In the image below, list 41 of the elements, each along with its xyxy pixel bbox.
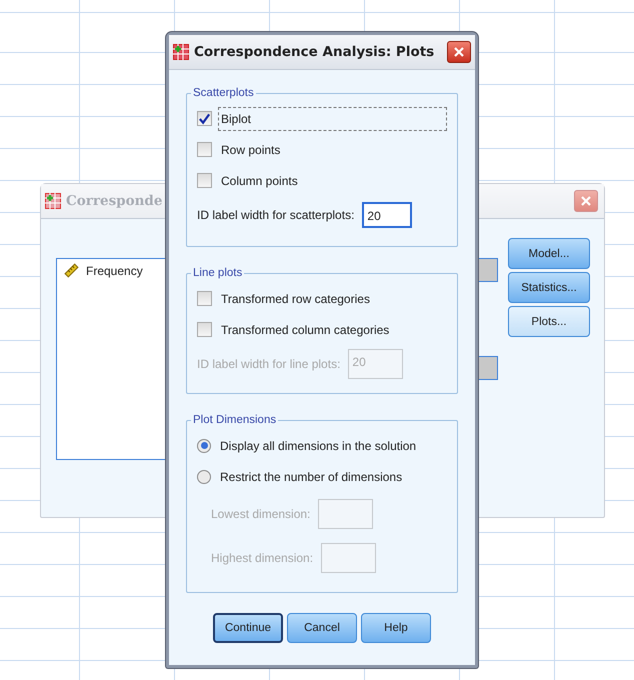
group-label: Line plots bbox=[192, 267, 244, 279]
window-title: Correspondence Analysis: Plots bbox=[194, 44, 436, 60]
field-label: Highest dimension: bbox=[211, 551, 314, 565]
dialog-button[interactable]: Cancel bbox=[287, 613, 357, 643]
checkbox[interactable] bbox=[197, 173, 212, 188]
field-label: ID label width for line plots: bbox=[197, 357, 340, 371]
checkbox[interactable] bbox=[197, 142, 212, 157]
field-label: ID label width for scatterplots: bbox=[197, 208, 354, 222]
dialog-button[interactable]: Help bbox=[361, 613, 431, 643]
input-field[interactable] bbox=[318, 499, 374, 529]
close-icon bbox=[453, 46, 465, 58]
radio-label[interactable]: Display all dimensions in the solution bbox=[217, 434, 420, 458]
move-button[interactable] bbox=[478, 258, 498, 282]
checkbox[interactable] bbox=[197, 111, 212, 126]
field-label: Lowest dimension: bbox=[211, 507, 310, 521]
radio-button[interactable] bbox=[197, 438, 211, 452]
window-title: Corresponde bbox=[66, 193, 164, 209]
checkbox-label[interactable]: Transformed column categories bbox=[218, 318, 392, 342]
table-icon bbox=[45, 193, 61, 209]
variable-name[interactable]: Frequency bbox=[86, 264, 143, 278]
ruler-icon bbox=[63, 262, 80, 279]
checkbox[interactable] bbox=[197, 322, 212, 337]
move-button[interactable] bbox=[478, 356, 498, 380]
input-field[interactable]: 20 bbox=[362, 202, 412, 228]
checkbox-label[interactable]: Row points bbox=[218, 138, 284, 162]
input-field[interactable] bbox=[321, 543, 376, 573]
dialog-button[interactable]: Continue bbox=[213, 613, 283, 643]
radio-label[interactable]: Restrict the number of dimensions bbox=[217, 464, 406, 488]
checkbox-label[interactable]: Transformed row categories bbox=[218, 286, 373, 310]
close-button[interactable] bbox=[447, 41, 471, 63]
checkbox-label[interactable]: Column points bbox=[218, 168, 301, 192]
dialog-button[interactable]: Model... bbox=[508, 238, 590, 269]
checkbox[interactable] bbox=[197, 291, 212, 306]
table-icon bbox=[173, 44, 189, 60]
group-label: Plot Dimensions bbox=[192, 414, 278, 426]
checkbox-label[interactable]: Biplot bbox=[218, 106, 447, 130]
dialog-button[interactable]: Statistics... bbox=[508, 272, 590, 303]
radio-button[interactable] bbox=[197, 470, 211, 484]
dialog-button[interactable]: Plots... bbox=[508, 306, 590, 337]
close-icon bbox=[580, 195, 592, 207]
group-label: Scatterplots bbox=[192, 87, 255, 99]
